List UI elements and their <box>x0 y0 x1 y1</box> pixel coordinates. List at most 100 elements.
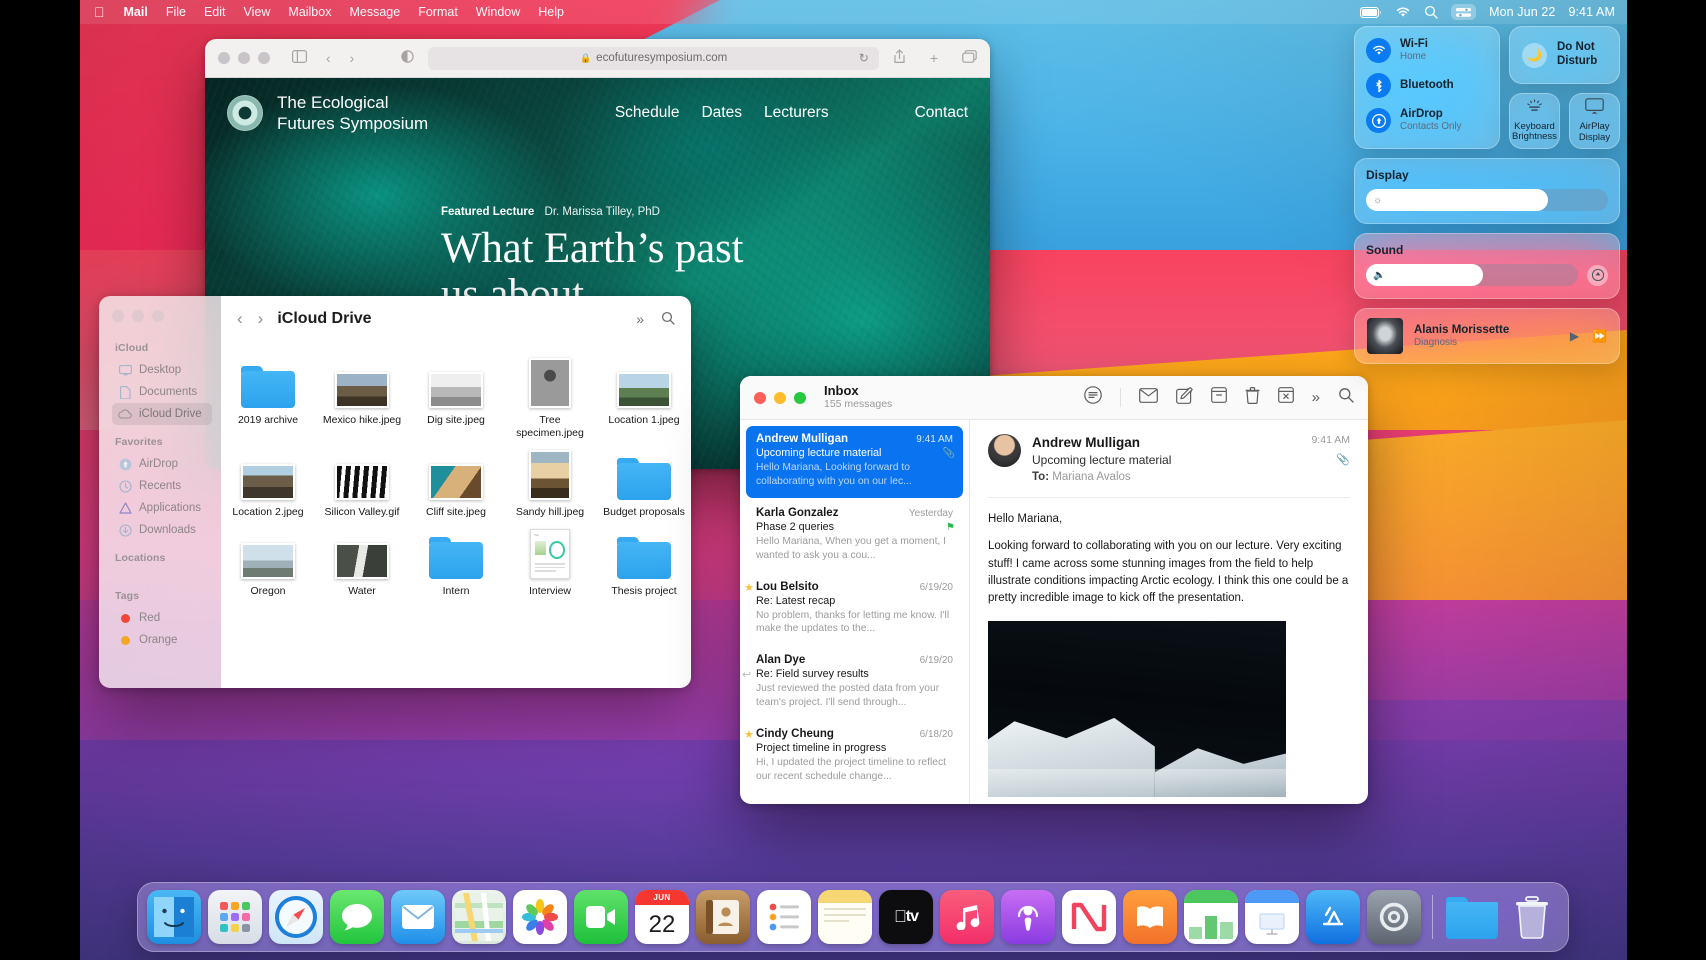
keyboard-brightness-button[interactable]: Keyboard Brightness <box>1509 93 1560 149</box>
search-icon[interactable] <box>1424 5 1438 19</box>
finder-zoom-button[interactable] <box>152 310 164 322</box>
mail-traffic-lights[interactable] <box>754 391 806 404</box>
sidebar-item-desktop[interactable]: Desktop <box>112 359 212 381</box>
dock-item-trash[interactable] <box>1505 890 1559 944</box>
bluetooth-toggle[interactable]: Bluetooth <box>1366 73 1488 98</box>
apple-menu-icon[interactable]:  <box>90 5 115 19</box>
dock-item-notes[interactable] <box>818 890 872 944</box>
menu-item-window[interactable]: Window <box>467 5 529 19</box>
mail-list-item[interactable]: Andrew Mulligan 9:41 AM Upcoming lecture … <box>746 426 963 498</box>
file-item[interactable]: Intern <box>409 523 503 598</box>
dock-item-podcasts[interactable] <box>1001 890 1055 944</box>
file-item[interactable]: Title Interview <box>503 523 597 598</box>
back-icon[interactable]: ‹ <box>326 50 331 66</box>
menu-item-file[interactable]: File <box>157 5 195 19</box>
reload-icon[interactable]: ↻ <box>859 51 869 65</box>
dock-item-keynote[interactable] <box>1245 890 1299 944</box>
finder-window[interactable]: iCloud Desktop Documents iCloud Drive Fa <box>99 296 691 688</box>
finder-search-icon[interactable] <box>661 311 675 328</box>
wifi-icon[interactable] <box>1395 6 1411 18</box>
file-item[interactable]: Dig site.jpeg <box>409 352 503 440</box>
file-item[interactable]: Thesis project <box>597 523 691 598</box>
archive-icon[interactable] <box>1210 387 1227 408</box>
more-icon[interactable]: » <box>1312 389 1320 406</box>
mail-zoom-button[interactable] <box>794 391 806 404</box>
menu-item-mailbox[interactable]: Mailbox <box>279 5 340 19</box>
display-brightness-slider[interactable]: ☼ <box>1366 189 1608 211</box>
mail-window[interactable]: Inbox 155 messages » Andrew Mulligan 9:4… <box>740 376 1368 804</box>
get-mail-icon[interactable] <box>1138 387 1158 408</box>
filter-icon[interactable] <box>1083 386 1102 409</box>
mail-search-icon[interactable] <box>1338 387 1354 408</box>
do-not-disturb-toggle[interactable]: 🌙 Do Not Disturb <box>1509 26 1620 84</box>
airplay-audio-icon[interactable] <box>1587 264 1608 286</box>
sidebar-item-recents[interactable]: Recents <box>112 475 212 497</box>
site-link-contact[interactable]: Contact <box>915 104 968 122</box>
dock-item-mail[interactable] <box>391 890 445 944</box>
compose-icon[interactable] <box>1175 386 1193 409</box>
now-playing-card[interactable]: Alanis Morissette Diagnosis ▶ ⏩ <box>1354 308 1620 364</box>
file-item[interactable]: Water <box>315 523 409 598</box>
file-item[interactable]: Mexico hike.jpeg <box>315 352 409 440</box>
dock-item-launchpad[interactable] <box>208 890 262 944</box>
menu-item-view[interactable]: View <box>235 5 280 19</box>
mail-list-item[interactable]: Karla Gonzalez Yesterday Phase 2 queries … <box>746 500 963 572</box>
reading-attachment-icon[interactable]: 📎 <box>1311 453 1350 466</box>
next-track-icon[interactable]: ⏩ <box>1592 329 1607 343</box>
dock-item-news[interactable] <box>1062 890 1116 944</box>
sidebar-item-documents[interactable]: Documents <box>112 381 212 403</box>
control-center-icon[interactable] <box>1451 4 1477 20</box>
airdrop-toggle[interactable]: AirDrop Contacts Only <box>1366 108 1488 133</box>
sidebar-icon[interactable] <box>292 50 308 66</box>
reader-icon[interactable] <box>401 50 415 66</box>
sidebar-item-applications[interactable]: Applications <box>112 497 212 519</box>
dock-item-books[interactable] <box>1123 890 1177 944</box>
dock-item-app-store[interactable] <box>1306 890 1360 944</box>
wifi-toggle[interactable]: Wi-Fi Home <box>1366 38 1488 63</box>
sidebar-item-icloud-drive[interactable]: iCloud Drive <box>112 403 212 425</box>
address-bar[interactable]: 🔒 ecofuturesymposium.com ↻ <box>428 46 879 70</box>
dock-item-safari[interactable] <box>269 890 323 944</box>
mail-list-item[interactable]: ★ Lou Belsito 6/19/20 Re: Latest recap No… <box>744 574 963 646</box>
finder-minimize-button[interactable] <box>132 310 144 322</box>
zoom-button[interactable] <box>258 52 270 64</box>
finder-forward-icon[interactable]: › <box>258 309 264 329</box>
file-item[interactable]: Tree specimen.jpeg <box>503 352 597 440</box>
dock-item-maps[interactable] <box>452 890 506 944</box>
sound-volume-slider[interactable]: 🔈 <box>1366 264 1578 286</box>
finder-traffic-lights[interactable] <box>112 310 212 322</box>
sidebar-item-tag-orange[interactable]: Orange <box>112 629 212 651</box>
new-tab-icon[interactable]: + <box>930 50 938 66</box>
dock-item-system-preferences[interactable] <box>1367 890 1421 944</box>
tab-overview-icon[interactable] <box>962 50 977 66</box>
window-traffic-lights[interactable] <box>218 52 270 64</box>
mail-minimize-button[interactable] <box>774 391 786 404</box>
menu-item-edit[interactable]: Edit <box>195 5 235 19</box>
file-item[interactable]: 2019 archive <box>221 352 315 440</box>
file-item[interactable]: Oregon <box>221 523 315 598</box>
dock-item-contacts[interactable] <box>696 890 750 944</box>
dock-item-folder[interactable] <box>1444 890 1498 944</box>
dock-item-finder[interactable] <box>147 890 201 944</box>
file-item[interactable]: Cliff site.jpeg <box>409 444 503 519</box>
junk-icon[interactable] <box>1277 387 1294 408</box>
share-icon[interactable] <box>893 49 906 67</box>
dock-item-photos[interactable] <box>513 890 567 944</box>
minimize-button[interactable] <box>238 52 250 64</box>
finder-back-icon[interactable]: ‹ <box>237 309 243 329</box>
file-item[interactable]: Sandy hill.jpeg <box>503 444 597 519</box>
menu-item-format[interactable]: Format <box>409 5 467 19</box>
dock-item-facetime[interactable] <box>574 890 628 944</box>
file-item[interactable]: Silicon Valley.gif <box>315 444 409 519</box>
finder-close-button[interactable] <box>112 310 124 322</box>
file-item[interactable]: Location 1.jpeg <box>597 352 691 440</box>
close-button[interactable] <box>218 52 230 64</box>
mail-list-item[interactable]: ★ Cindy Cheung 6/18/20 Project timeline i… <box>744 721 963 793</box>
menu-item-help[interactable]: Help <box>529 5 573 19</box>
dock-item-reminders[interactable] <box>757 890 811 944</box>
menubar-time[interactable]: 9:41 AM <box>1568 5 1615 19</box>
mail-close-button[interactable] <box>754 391 766 404</box>
dock-item-messages[interactable] <box>330 890 384 944</box>
play-icon[interactable]: ▶ <box>1570 329 1579 343</box>
sidebar-item-tag-red[interactable]: Red <box>112 607 212 629</box>
